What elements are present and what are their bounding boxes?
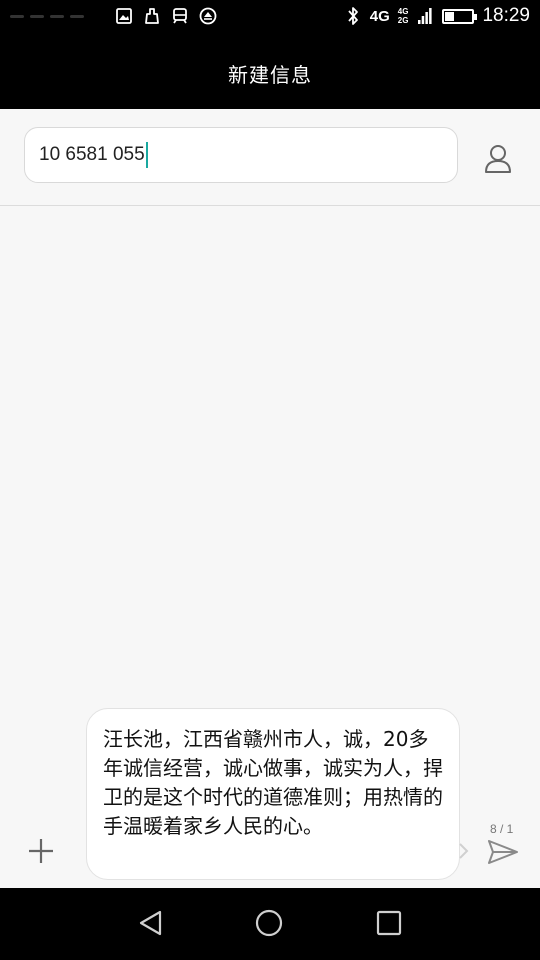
character-counter: 8 / 1 — [490, 822, 514, 836]
network-type-label: 4G — [369, 7, 390, 25]
contact-picker-button[interactable] — [478, 141, 518, 177]
train-icon — [171, 7, 189, 25]
recents-button[interactable] — [374, 908, 404, 938]
page-title: 新建信息 — [228, 63, 312, 87]
home-icon — [255, 909, 283, 937]
recipient-value: 10 6581 055 — [39, 144, 145, 165]
message-text: 汪长池，江西省赣州市人，诚，20多年诚信经营，诚心做事，诚实为人，捍卫的是这个时… — [103, 727, 443, 838]
chevron-right-icon — [459, 843, 469, 859]
battery-level — [445, 11, 455, 21]
cleaner-icon — [143, 7, 161, 25]
bluetooth-icon — [344, 7, 362, 25]
recents-icon — [376, 910, 402, 936]
send-button[interactable] — [487, 838, 519, 866]
app-icon — [199, 7, 217, 25]
back-icon — [139, 910, 162, 936]
notification-dots — [10, 11, 105, 21]
message-input[interactable]: 汪长池，江西省赣州市人，诚，20多年诚信经营，诚心做事，诚实为人，捍卫的是这个时… — [86, 708, 460, 880]
recipient-area: 10 6581 055 — [0, 109, 540, 206]
clock: 18:29 — [482, 5, 530, 26]
add-attachment-button[interactable] — [26, 836, 56, 866]
new-message-screen: 4G 4G 2G 18:29 新建信息 10 6581 055 汪长池，江西省赣… — [0, 0, 540, 960]
navigation-bar — [0, 888, 540, 960]
status-left-icons — [10, 7, 217, 25]
image-icon — [115, 7, 133, 25]
title-bar: 新建信息 — [0, 38, 540, 109]
status-bar: 4G 4G 2G 18:29 — [0, 0, 540, 38]
status-right-icons: 4G 4G 2G 18:29 — [344, 5, 530, 27]
signal-icon — [416, 7, 434, 25]
secondary-network-bottom: 2G — [397, 16, 409, 25]
contact-icon — [485, 145, 511, 173]
back-button[interactable] — [136, 908, 166, 938]
composer: 汪长池，江西省赣州市人，诚，20多年诚信经营，诚心做事，诚实为人，捍卫的是这个时… — [0, 700, 540, 888]
send-icon — [488, 840, 518, 864]
plus-icon — [29, 839, 53, 863]
secondary-network-top: 4G — [397, 7, 409, 16]
battery-icon — [442, 8, 478, 24]
text-caret — [145, 142, 148, 168]
home-button[interactable] — [254, 908, 284, 938]
recipient-input[interactable]: 10 6581 055 — [24, 127, 458, 183]
secondary-network-label: 4G 2G — [398, 7, 409, 25]
